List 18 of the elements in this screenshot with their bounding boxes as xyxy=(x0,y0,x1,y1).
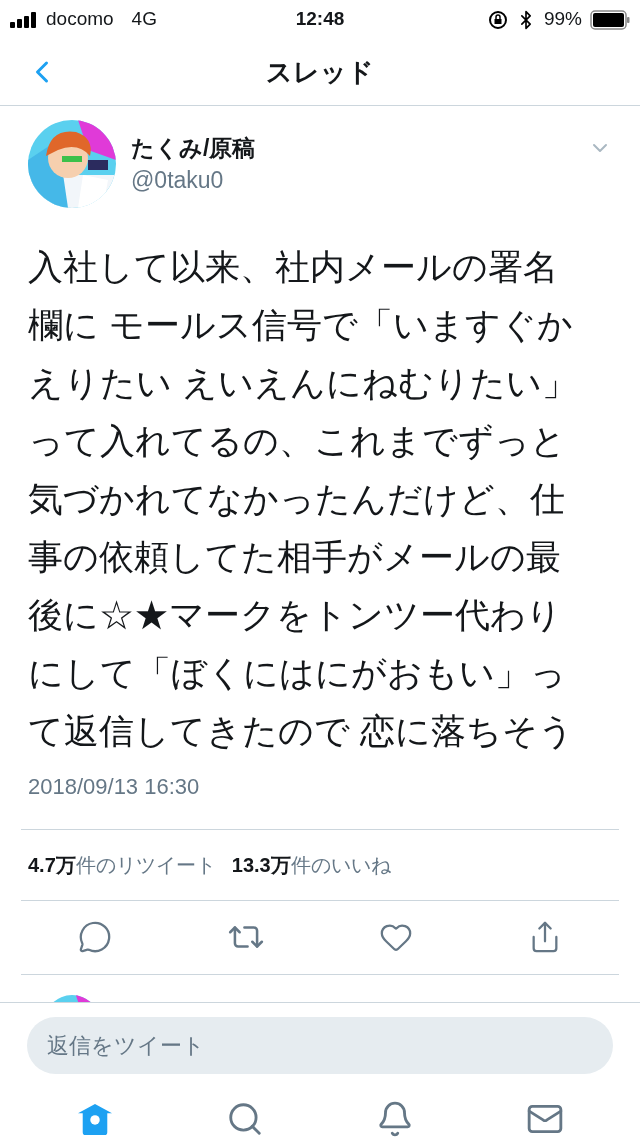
carrier-name: docomo xyxy=(46,7,114,32)
engagement-count[interactable]: 4.7万件のリツイート xyxy=(28,849,216,880)
tweet-text: 入社して以来、社内メールの署名欄に モールス信号で「いますぐかえりたい えいえんにねむりたい」って入れてるの、これまでずっと気づかれてなかったんだけど、仕事の依頼してた相手がメールの最後に☆★マークをトンツー代わりにして「ぼくにはにがおもい」って返信してきたので 恋に落ちそう xyxy=(27,245,578,752)
notifications-icon[interactable] xyxy=(376,1100,414,1138)
search-icon[interactable] xyxy=(226,1100,264,1138)
battery-percent: 99% xyxy=(543,7,582,32)
rotation-lock-icon xyxy=(487,9,508,30)
battery-icon xyxy=(590,9,630,30)
clock: 12:48 xyxy=(295,7,345,32)
signal-icon xyxy=(10,11,38,28)
reply-icon[interactable] xyxy=(78,920,113,955)
timestamp: 2018/09/13 16:30 xyxy=(27,772,201,801)
user-handle: @0taku0 xyxy=(131,165,225,195)
page-title: スレッド xyxy=(266,55,374,89)
reply-field[interactable]: 返信をツイート xyxy=(27,1017,613,1074)
engagement-count[interactable]: 13.3万件のいいね xyxy=(231,849,391,880)
user-name: たくみ/原稿 xyxy=(131,133,256,163)
network-type: 4G xyxy=(131,7,157,32)
